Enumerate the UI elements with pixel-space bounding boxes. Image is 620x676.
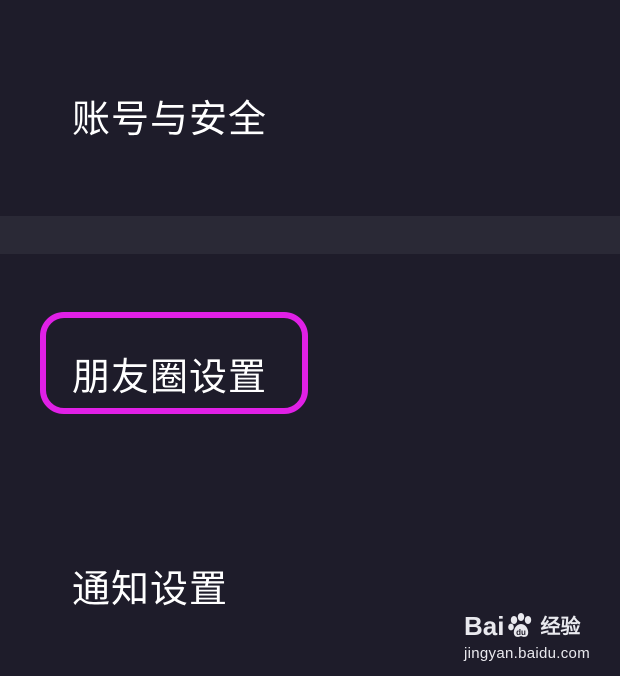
section-divider [0, 216, 620, 254]
watermark-brand-left: Bai [463, 611, 505, 641]
settings-item-label: 朋友圈设置 [72, 355, 268, 399]
settings-item-account-security[interactable]: 账号与安全 [0, 0, 620, 216]
settings-item-label: 账号与安全 [72, 97, 268, 141]
watermark-url: jingyan.baidu.com [463, 645, 590, 662]
watermark-logo: Bai du 经验 [464, 611, 590, 641]
paw-icon: du [508, 613, 532, 637]
baidu-jingyan-watermark: Bai du 经验 jingyan.baidu.com [464, 611, 590, 662]
settings-item-label: 通知设置 [72, 567, 229, 611]
settings-item-moments[interactable]: 朋友圈设置 [0, 254, 620, 484]
svg-text:du: du [517, 628, 527, 637]
watermark-brand-right: 经验 [540, 614, 581, 638]
